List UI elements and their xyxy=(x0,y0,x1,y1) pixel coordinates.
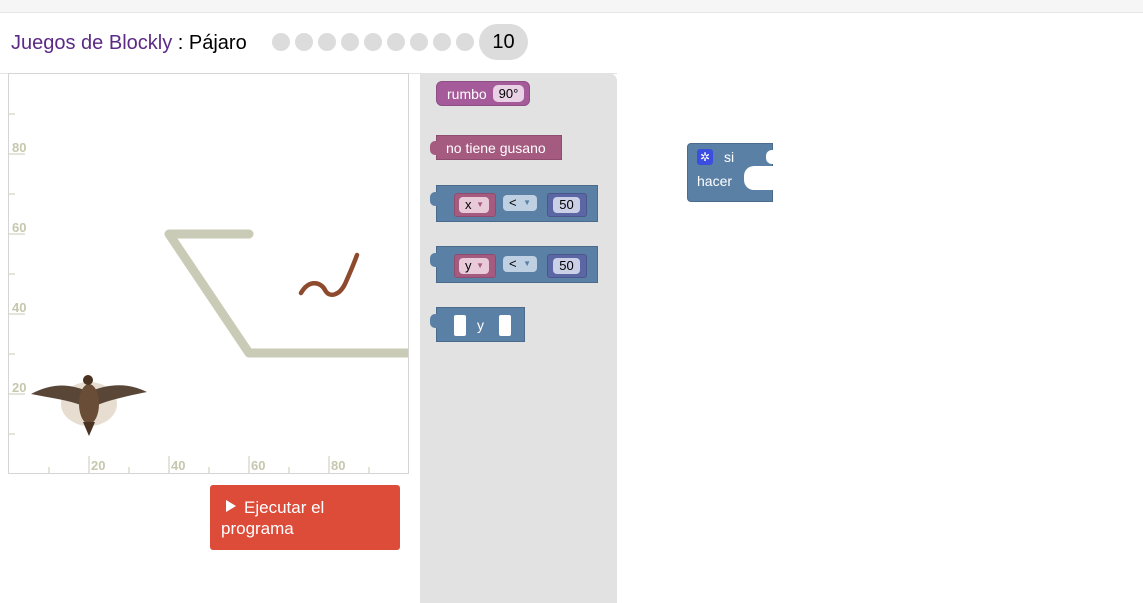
current-level-badge[interactable]: 10 xyxy=(479,24,528,60)
browser-top-strip xyxy=(0,0,1143,13)
y-tick-label-20: 20 xyxy=(12,380,26,395)
no-worm-block[interactable]: no tiene gusano xyxy=(430,135,562,160)
do-statement-input xyxy=(744,166,776,190)
condition-input xyxy=(766,150,776,164)
title-separator: : xyxy=(172,32,189,54)
y-tick-label-80: 80 xyxy=(12,140,26,155)
heading-angle-field[interactable]: 90° xyxy=(493,85,524,102)
page-header: Juegos de Blockly : Pájaro 10 xyxy=(0,13,1143,74)
game-visualization: 80 60 40 20 20 40 60 80 xyxy=(8,73,409,474)
x-tick-label-40: 40 xyxy=(171,458,185,473)
x-variable-label: x xyxy=(465,197,472,212)
worm-icon xyxy=(298,252,360,298)
x-variable-block[interactable]: x ▼ xyxy=(454,193,496,217)
level-dot-8[interactable] xyxy=(433,33,451,51)
level-dot-6[interactable] xyxy=(387,33,405,51)
heading-block-label: rumbo xyxy=(447,86,487,102)
y-number-field[interactable]: 50 xyxy=(553,258,580,274)
gear-icon[interactable]: ✲ xyxy=(697,149,713,165)
dropdown-arrow-icon: ▼ xyxy=(476,200,484,209)
level-dot-5[interactable] xyxy=(364,33,382,51)
x-tick-label-80: 80 xyxy=(331,458,345,473)
compare-x-block[interactable]: x ▼ < ▼ 50 xyxy=(430,185,598,222)
y-number-block[interactable]: 50 xyxy=(547,254,587,278)
game-canvas: 80 60 40 20 20 40 60 80 xyxy=(9,113,408,473)
run-label-line2: programa xyxy=(221,519,294,538)
if-label: si xyxy=(724,149,735,165)
y-variable-label: y xyxy=(465,258,472,273)
x-tick-label-20: 20 xyxy=(91,458,105,473)
compare-y-block[interactable]: y ▼ < ▼ 50 xyxy=(430,246,598,283)
if-do-block[interactable]: ✲ si hacer xyxy=(687,143,776,202)
run-label-line1: Ejecutar el xyxy=(244,498,325,517)
level-dot-9[interactable] xyxy=(456,33,474,51)
run-program-button[interactable]: Ejecutar el programa xyxy=(210,485,400,550)
x-number-block[interactable]: 50 xyxy=(547,193,587,217)
game-name: Pájaro xyxy=(188,32,247,54)
level-dot-2[interactable] xyxy=(295,33,313,51)
logic-and-block[interactable]: y xyxy=(430,307,525,342)
x-number-field[interactable]: 50 xyxy=(553,197,580,213)
games-home-link[interactable]: Juegos de Blockly xyxy=(11,32,172,54)
no-worm-block-label: no tiene gusano xyxy=(446,140,546,156)
do-label: hacer xyxy=(697,173,733,189)
y-variable-block[interactable]: y ▼ xyxy=(454,254,496,278)
wall xyxy=(164,229,408,358)
heading-block[interactable]: rumbo 90° xyxy=(436,81,530,106)
and-left-input xyxy=(454,315,466,336)
dropdown-arrow-icon: ▼ xyxy=(523,198,531,207)
level-dot-1[interactable] xyxy=(272,33,290,51)
dropdown-arrow-icon: ▼ xyxy=(523,259,531,268)
y-operator-label: < xyxy=(509,256,517,271)
page-title: Juegos de Blockly : Pájaro xyxy=(11,32,247,55)
x-tick-label-60: 60 xyxy=(251,458,265,473)
play-icon xyxy=(226,500,236,512)
y-tick-label-40: 40 xyxy=(12,300,26,315)
bird-icon xyxy=(31,375,147,436)
dropdown-arrow-icon: ▼ xyxy=(476,261,484,270)
level-dot-4[interactable] xyxy=(341,33,359,51)
and-right-input xyxy=(499,315,511,336)
level-dot-3[interactable] xyxy=(318,33,336,51)
x-operator-dropdown[interactable]: < ▼ xyxy=(503,195,537,211)
y-tick-label-60: 60 xyxy=(12,220,26,235)
level-dot-7[interactable] xyxy=(410,33,428,51)
x-operator-label: < xyxy=(509,195,517,210)
y-operator-dropdown[interactable]: < ▼ xyxy=(503,256,537,272)
and-block-label: y xyxy=(477,317,484,333)
